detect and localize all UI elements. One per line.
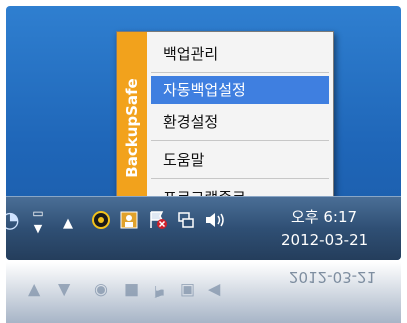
menu-item-label: 환경설정 [163,113,219,131]
user-tray-icon[interactable] [119,210,139,235]
menu-item-label: 도움말 [163,151,205,169]
menu-item-backup-manage[interactable]: 백업관리 [151,40,329,68]
volume-icon[interactable] [204,210,224,235]
clock-date[interactable]: 2012-03-21 [281,231,368,249]
menu-separator [151,178,329,179]
menu-side-label: BackupSafe [123,78,141,178]
menu-separator [151,72,329,73]
show-hidden-icons-icon[interactable]: ▲ [58,214,78,234]
desktop-area: BackupSafe 백업관리 자동백업설정 환경설정 도움말 프로그램종료 ◔… [6,6,401,260]
taskbar: ◔ ▭ ▼ ▲ 오후 6:17 2012-03-21 [6,196,401,260]
partial-app-icon[interactable]: ◔ [6,210,20,232]
reflected-flag-icon: ⚑ [152,282,167,301]
menu-item-preferences[interactable]: 환경설정 [151,108,329,136]
chevron-down-icon[interactable]: ▼ [28,219,48,239]
menu-separator [151,140,329,141]
reflected-clock-date: 2012-03-21 [289,268,377,286]
action-center-flag-icon[interactable] [148,210,168,235]
backupsafe-tray-icon[interactable] [91,210,111,235]
reflected-volume-icon: ◀ [208,282,221,301]
reflected-user-icon: ■ [124,282,140,301]
taskbar-reflection: ▼ ▲ ◉ ■ ⚑ ▣ ◀ 2012-03-21 [6,262,401,323]
reflected-arrow-icon: ▲ [58,282,71,301]
menu-item-label: 자동백업설정 [163,81,246,99]
menu-item-label: 백업관리 [163,45,219,63]
menu-item-auto-backup-settings[interactable]: 자동백업설정 [151,76,329,104]
reflected-backupsafe-icon: ◉ [94,282,108,301]
clock-time[interactable]: 오후 6:17 [291,206,357,227]
menu-item-help[interactable]: 도움말 [151,146,329,174]
reflected-chevron-icon: ▼ [28,282,41,301]
reflected-network-icon: ▣ [180,282,196,301]
network-icon[interactable] [176,210,196,235]
